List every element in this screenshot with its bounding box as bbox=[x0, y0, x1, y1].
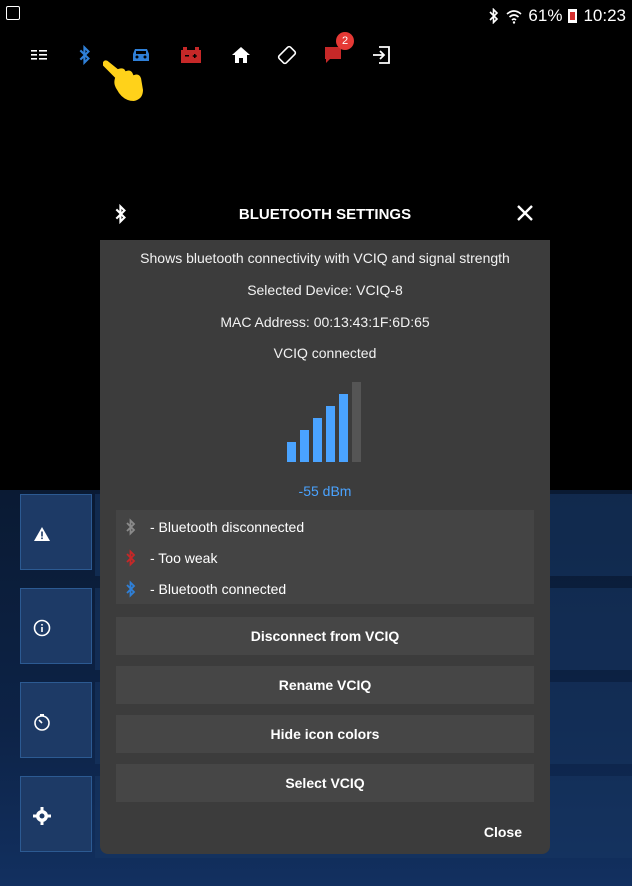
warning-tile[interactable] bbox=[20, 494, 92, 570]
bluetooth-disconnected-icon bbox=[126, 518, 136, 536]
menu-icon[interactable] bbox=[24, 40, 54, 70]
timer-tile[interactable] bbox=[20, 682, 92, 758]
wifi-icon bbox=[506, 10, 522, 24]
bluetooth-weak-icon bbox=[126, 549, 136, 567]
legend-item: - Bluetooth disconnected bbox=[116, 512, 534, 542]
disconnect-button[interactable]: Disconnect from VCIQ bbox=[116, 617, 534, 655]
connection-status: VCIQ connected bbox=[273, 345, 377, 361]
legend: - Bluetooth disconnected - Too weak - Bl… bbox=[116, 510, 534, 604]
legend-label: - Bluetooth connected bbox=[150, 581, 287, 597]
rename-button[interactable]: Rename VCIQ bbox=[116, 666, 534, 704]
pointer-hand-icon bbox=[90, 54, 148, 108]
bluetooth-settings-dialog: Shows bluetooth connectivity with VCIQ a… bbox=[100, 240, 550, 854]
signal-bar bbox=[300, 430, 309, 462]
bluetooth-connected-icon bbox=[126, 580, 136, 598]
select-vciq-button[interactable]: Select VCIQ bbox=[116, 764, 534, 802]
settings-tile[interactable] bbox=[20, 776, 92, 852]
mac-address: MAC Address: 00:13:43:1F:6D:65 bbox=[220, 314, 430, 330]
battery-percent: 61% bbox=[528, 6, 563, 25]
gear-icon bbox=[31, 805, 53, 827]
info-icon bbox=[31, 617, 53, 639]
dialog-title: BLUETOOTH SETTINGS bbox=[238, 206, 412, 223]
home-icon[interactable] bbox=[226, 40, 256, 70]
signal-bar bbox=[326, 406, 335, 462]
status-bar: 61% 10:23 bbox=[0, 0, 632, 30]
signal-bar bbox=[339, 394, 348, 462]
signal-bar bbox=[287, 442, 296, 462]
signal-strength-icon bbox=[287, 382, 361, 462]
bluetooth-status-icon bbox=[489, 8, 499, 24]
warning-icon bbox=[31, 523, 53, 545]
close-button[interactable]: Close bbox=[484, 824, 522, 840]
battery-icon[interactable] bbox=[176, 40, 206, 70]
hide-icon-colors-button[interactable]: Hide icon colors bbox=[116, 715, 534, 753]
clock: 10:23 bbox=[583, 6, 626, 25]
signal-strength-value: -55 dBm bbox=[298, 483, 352, 499]
legend-item: - Bluetooth connected bbox=[116, 574, 534, 604]
timer-icon bbox=[31, 711, 53, 733]
gallery-icon bbox=[6, 6, 20, 20]
battery-status-icon bbox=[568, 9, 578, 23]
legend-label: - Too weak bbox=[150, 550, 218, 566]
dialog-description: Shows bluetooth connectivity with VCIQ a… bbox=[140, 250, 510, 266]
notifications-icon[interactable]: 2 bbox=[318, 32, 354, 70]
dialog-header: BLUETOOTH SETTINGS bbox=[100, 196, 550, 236]
close-icon[interactable] bbox=[514, 202, 536, 224]
signal-bar bbox=[313, 418, 322, 462]
signal-bar bbox=[352, 382, 361, 462]
legend-label: - Bluetooth disconnected bbox=[150, 519, 305, 535]
exit-icon[interactable] bbox=[366, 40, 396, 70]
status-right: 61% 10:23 bbox=[488, 6, 626, 26]
legend-item: - Too weak bbox=[116, 543, 534, 573]
info-tile[interactable] bbox=[20, 588, 92, 664]
notification-badge: 2 bbox=[336, 32, 354, 50]
selected-device: Selected Device: VCIQ-8 bbox=[247, 282, 403, 298]
rotate-icon[interactable] bbox=[272, 40, 302, 70]
